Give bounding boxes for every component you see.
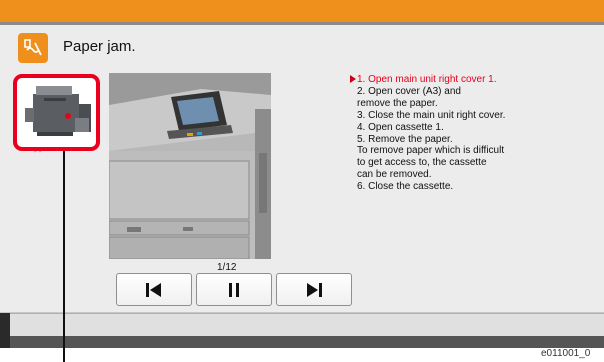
step-line: 5. Remove the paper.	[357, 133, 453, 145]
step-line: 6. Close the cassette.	[357, 181, 454, 193]
step-line: to get access to, the cassette	[357, 157, 487, 169]
thumbnail-caption: - -	[34, 147, 42, 156]
last-page-button[interactable]	[276, 273, 352, 306]
bottom-bar	[0, 313, 604, 337]
figure-code: e011001_0	[541, 348, 591, 359]
step-line: 2. Open cover (A3) and	[357, 85, 461, 97]
bottom-bezel	[0, 336, 604, 348]
printer-thumbnail-icon	[25, 86, 91, 136]
paper-jam-icon	[18, 33, 48, 63]
bottom-left-bezel	[0, 313, 10, 348]
step-line: 4. Open cassette 1.	[357, 121, 444, 133]
step-line: 3. Close the main unit right cover.	[357, 109, 506, 121]
printer-thumbnail[interactable]	[13, 74, 100, 151]
step-line: To remove paper which is difficult	[357, 145, 505, 157]
page-indicator: 1/12	[217, 262, 237, 273]
first-page-button[interactable]	[116, 273, 192, 306]
callout-leader-line	[63, 151, 65, 362]
current-step-pointer-icon	[350, 75, 356, 83]
step-line: can be removed.	[357, 169, 432, 181]
skip-to-start-icon	[146, 282, 161, 297]
printer-photo	[109, 73, 271, 259]
step-line: 1. Open main unit right cover 1.	[357, 74, 497, 85]
skip-to-end-icon	[307, 282, 322, 297]
top-status-bar	[0, 0, 604, 22]
step-line: remove the paper.	[357, 97, 438, 109]
pause-icon	[229, 282, 239, 297]
instruction-steps: 1. Open main unit right cover 1. 2. Open…	[350, 74, 597, 193]
dialog-title: Paper jam.	[63, 38, 136, 55]
pause-button[interactable]	[196, 273, 272, 306]
